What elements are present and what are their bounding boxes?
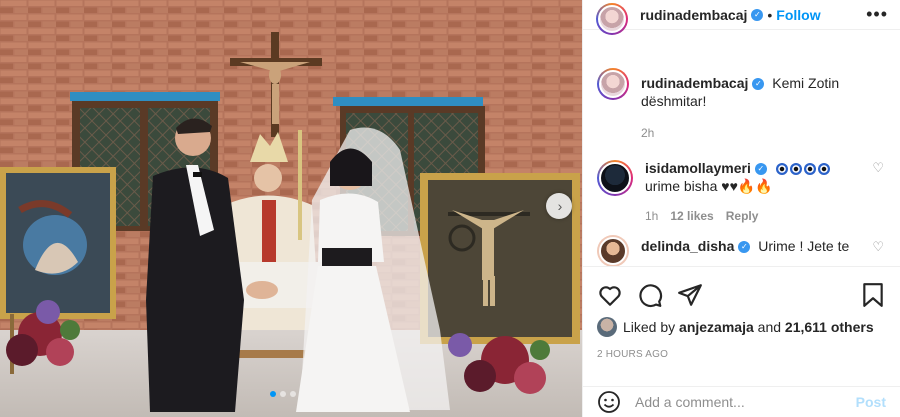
- liker-username[interactable]: anjezamaja: [679, 319, 754, 335]
- likes-mid: and: [757, 319, 782, 335]
- add-comment-input[interactable]: [635, 394, 856, 410]
- verified-icon: ✓: [751, 8, 764, 21]
- comment-likes[interactable]: 12 likes: [670, 207, 713, 225]
- author-username[interactable]: rudinadembacaj: [640, 7, 747, 23]
- post-photo[interactable]: ›: [0, 0, 582, 417]
- bookmark-icon[interactable]: [860, 282, 886, 308]
- commenter-username[interactable]: isidamollaymeri: [645, 160, 751, 176]
- carousel-next-button[interactable]: ›: [546, 193, 572, 219]
- comment-icon[interactable]: [637, 282, 663, 308]
- more-options-icon[interactable]: •••: [866, 4, 888, 25]
- post-time-ago: 2 HOURS AGO: [597, 349, 669, 360]
- carousel-dot: [270, 391, 276, 397]
- post-comment-button[interactable]: Post: [856, 394, 886, 410]
- evil-eye-emoji-icon: [775, 160, 831, 176]
- commenter-avatar[interactable]: [597, 235, 629, 266]
- commenter-avatar[interactable]: [597, 160, 633, 196]
- wedding-ceremony-photo: [0, 0, 582, 417]
- verified-icon: ✓: [754, 163, 767, 176]
- comment-like-heart-icon[interactable]: ♡: [872, 160, 884, 176]
- post-actions: Liked by anjezamaja and 21,611 others 2 …: [583, 266, 900, 360]
- caption: rudinadembacaj ✓ Kemi Zotin dëshmitar! 2h: [597, 62, 884, 142]
- liker-avatar[interactable]: [597, 317, 617, 337]
- likes-count[interactable]: 21,611 others: [785, 319, 874, 335]
- author-avatar[interactable]: [596, 2, 628, 35]
- carousel-indicator: [270, 391, 296, 397]
- post-header: rudinadembacaj ✓ • Follow •••: [583, 0, 900, 35]
- follow-button[interactable]: Follow: [776, 7, 820, 23]
- likes-summary: Liked by anjezamaja and 21,611 others: [597, 317, 886, 337]
- comment-text: urime bisha ♥♥🔥🔥: [645, 178, 773, 194]
- author-avatar[interactable]: [597, 68, 629, 100]
- chevron-right-icon: ›: [557, 198, 563, 214]
- comment-text: Urime ! Jete te: [758, 238, 850, 254]
- carousel-dot: [290, 391, 296, 397]
- caption-text: Kemi Zotin: [772, 75, 840, 91]
- carousel-dot: [280, 391, 286, 397]
- verified-icon: ✓: [738, 241, 751, 254]
- share-icon[interactable]: [677, 282, 703, 308]
- comment-time: 1h: [645, 209, 659, 223]
- emoji-icon[interactable]: [597, 390, 621, 414]
- likes-prefix: Liked by: [623, 319, 676, 335]
- caption-time: 2h: [641, 126, 655, 140]
- add-comment-bar: Post: [583, 386, 900, 417]
- commenter-username[interactable]: delinda_disha: [641, 238, 734, 254]
- comment-like-heart-icon[interactable]: ♡: [872, 239, 884, 255]
- caption-text-line2: dëshmitar!: [641, 93, 707, 109]
- caption-username[interactable]: rudinadembacaj: [641, 75, 748, 91]
- reply-button[interactable]: Reply: [726, 207, 759, 225]
- post-side-panel: rudinadembacaj ✓ • Follow ••• rudinademb…: [582, 0, 900, 417]
- comments-list[interactable]: rudinadembacaj ✓ Kemi Zotin dëshmitar! 2h…: [583, 54, 900, 266]
- comment-item: delinda_disha ✓ Urime ! Jete te ♡: [597, 229, 884, 266]
- heart-icon[interactable]: [597, 282, 623, 308]
- comment-item: isidamollaymeri ✓ urime bisha ♥♥🔥🔥 1h 12 …: [597, 154, 884, 225]
- verified-icon: ✓: [752, 78, 765, 91]
